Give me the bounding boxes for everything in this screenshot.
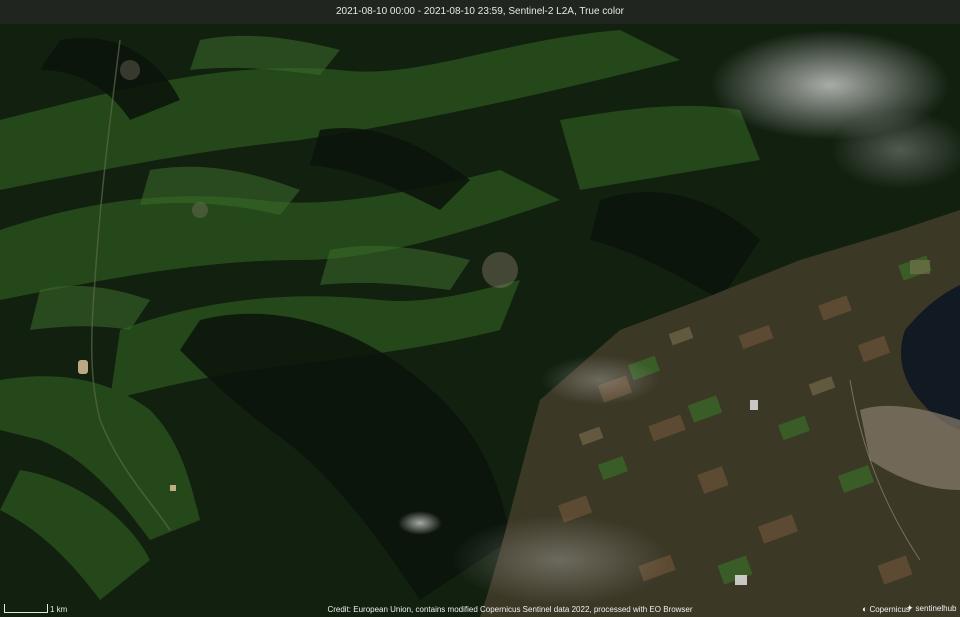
- copernicus-icon: ◐: [862, 604, 868, 614]
- scale-bar: [4, 604, 48, 613]
- satellite-map[interactable]: [0, 0, 960, 617]
- image-caption: 2021-08-10 00:00 - 2021-08-10 23:59, Sen…: [0, 0, 960, 24]
- copernicus-logo: ◐ Copernicus: [862, 604, 910, 614]
- sentinelhub-label: sentinelhub: [915, 604, 957, 613]
- sentinelhub-icon: ✦: [906, 603, 914, 613]
- scale-label: 1 km: [50, 605, 68, 614]
- sentinelhub-logo: ✦ sentinelhub: [906, 603, 956, 614]
- copernicus-label: Copernicus: [869, 604, 910, 614]
